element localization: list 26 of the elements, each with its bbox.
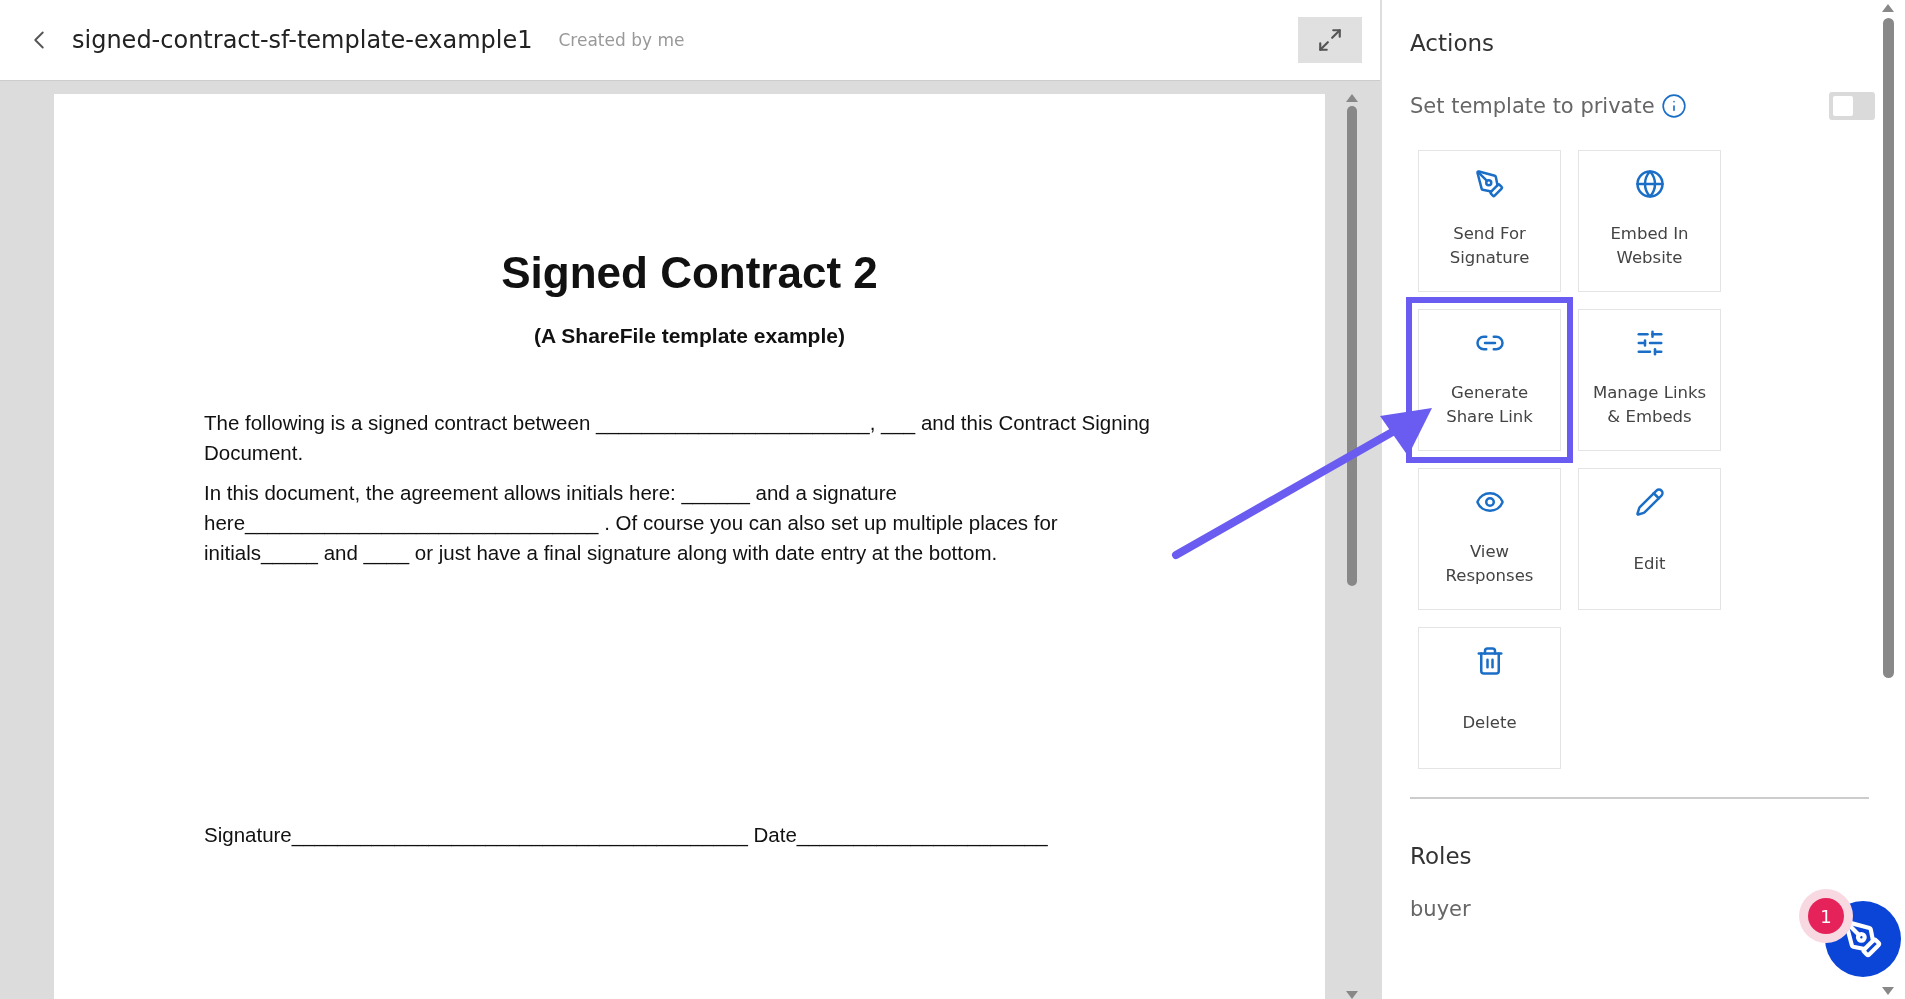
- private-toggle[interactable]: [1829, 92, 1875, 120]
- action-tile[interactable]: Edit: [1578, 468, 1721, 610]
- action-tile[interactable]: Embed In Website: [1578, 150, 1721, 292]
- actions-heading: Actions: [1410, 30, 1495, 56]
- signature-line: Signature________________________________________ Date______________________: [204, 823, 1048, 847]
- document-paragraph: The following is a signed contract between ________________________, ___ and this Contract Signing Document.: [204, 410, 1151, 466]
- action-tile[interactable]: Generate Share Link: [1418, 309, 1561, 451]
- action-tile[interactable]: Send For Signature: [1418, 150, 1561, 292]
- template-title: signed-contract-sf-template-example1: [72, 26, 533, 54]
- role-item: buyer: [1410, 897, 1471, 921]
- action-tile[interactable]: Delete: [1418, 627, 1561, 769]
- action-tile[interactable]: Manage Links & Embeds: [1578, 309, 1721, 451]
- document-subtitle: (A ShareFile template example): [534, 324, 845, 348]
- expand-button[interactable]: [1298, 17, 1362, 63]
- expand-icon: [1317, 27, 1343, 53]
- pen-nib-icon: [1474, 169, 1505, 199]
- globe-icon: [1634, 169, 1665, 199]
- private-toggle-label: Set template to private: [1410, 94, 1655, 118]
- created-by-label: Created by me: [558, 30, 686, 50]
- info-icon[interactable]: [1660, 93, 1687, 119]
- pencil-icon: [1634, 487, 1665, 517]
- scrollbar[interactable]: [1345, 94, 1359, 999]
- roles-heading: Roles: [1410, 843, 1473, 869]
- document-title: Signed Contract 2: [501, 248, 878, 298]
- document-paragraph: In this document, the agreement allows initials here: ______ and a signature here_______________________________ . Of course you can also set up multiple places for initials_____ and ____ or just have a final signature along with date entry at the bottom.: [204, 480, 1059, 567]
- action-tile[interactable]: View Responses: [1418, 468, 1561, 610]
